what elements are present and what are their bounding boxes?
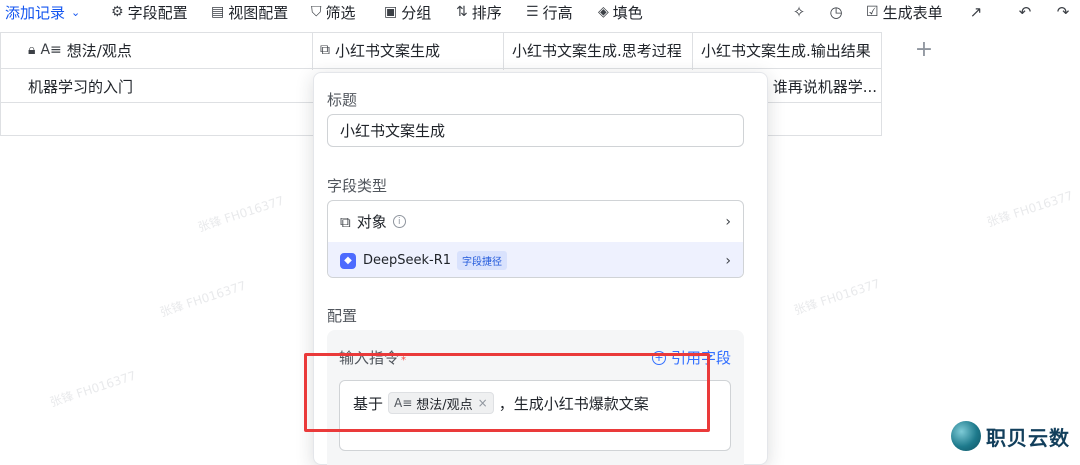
grid-line (692, 32, 693, 70)
filter-icon: ⛉ (311, 4, 322, 20)
column-header-label: 想法/观点 (66, 41, 132, 60)
generate-form-button[interactable]: ☑ 生成表单 (866, 0, 943, 24)
field-type-label: 字段类型 (327, 177, 388, 195)
fill-label: 填色 (612, 3, 643, 22)
redo-icon[interactable]: ↷ (1052, 0, 1074, 24)
sort-icon: ⇅ (456, 4, 468, 20)
title-label: 标题 (327, 91, 358, 109)
field-config-button[interactable]: ⚙ 字段配置 (111, 0, 188, 24)
object-field-icon: ⧉ (340, 212, 351, 231)
share-icon[interactable]: ↗ (965, 0, 987, 24)
title-input[interactable]: 小红书文案生成 (327, 114, 744, 147)
column-header-label: 小红书文案生成.输出结果 (701, 41, 871, 60)
group-button[interactable]: ▣ 分组 (384, 0, 431, 24)
sparkle-icon[interactable]: ✧ (788, 0, 810, 24)
grid-line (0, 32, 1, 136)
undo-icon[interactable]: ↶ (1014, 0, 1036, 24)
group-label: 分组 (401, 3, 432, 22)
form-icon: ☑ (866, 4, 879, 20)
brand-name: 职贝云数 (986, 425, 1070, 450)
brand-logo: 职贝云数 (951, 421, 1070, 451)
view-icon: ▤ (211, 4, 225, 20)
history-icon[interactable]: ◷ (825, 0, 847, 24)
table-cell[interactable]: 机器学习的入门 (28, 69, 308, 103)
title-input-value: 小红书文案生成 (340, 122, 446, 140)
column-header-output[interactable]: 小红书文案生成.输出结果 (701, 32, 879, 68)
field-type-model-option[interactable]: ◆ DeepSeek-R1 字段捷径 › (328, 242, 743, 277)
gear-icon: ⚙ (111, 4, 124, 20)
column-header-xhs-gen[interactable]: ⧉ 小红书文案生成 (320, 32, 500, 68)
fill-icon: ◈ (598, 4, 609, 20)
add-column-button[interactable]: + (912, 38, 936, 62)
fill-button[interactable]: ◈ 填色 (598, 0, 643, 24)
view-config-button[interactable]: ▤ 视图配置 (211, 0, 288, 24)
grid-line (312, 32, 313, 70)
watermark: 张锋 FH016377 (985, 188, 1075, 230)
sort-label: 排序 (471, 3, 502, 22)
lock-icon: 🔒︎ (28, 42, 36, 58)
watermark: 张锋 FH016377 (158, 278, 248, 320)
info-icon[interactable]: i (392, 215, 406, 228)
object-field-icon: ⧉ (320, 42, 330, 58)
config-label: 配置 (327, 307, 358, 325)
field-type-object-label: 对象 (356, 213, 387, 231)
chevron-right-icon: › (725, 213, 731, 230)
row-height-button[interactable]: ☰ 行高 (526, 0, 573, 24)
field-type-model-label: DeepSeek-R1 (363, 253, 452, 268)
highlight-box (304, 353, 710, 432)
grid-line (503, 32, 504, 70)
brand-logo-icon (951, 421, 981, 451)
watermark: 张锋 FH016377 (48, 368, 138, 410)
view-config-label: 视图配置 (228, 3, 289, 22)
deepseek-logo-icon: ◆ (340, 252, 356, 269)
field-config-label: 字段配置 (127, 3, 188, 22)
toolbar: 添加记录 ⌄ ⚙ 字段配置 ▤ 视图配置 ⛉ 筛选 ▣ 分组 ⇅ 排序 ☰ 行高… (0, 0, 1080, 24)
column-header-label: 小红书文案生成 (335, 41, 441, 60)
cell-text: 机器学习的入门 (28, 77, 134, 96)
filter-label: 筛选 (325, 3, 356, 22)
generate-form-label: 生成表单 (882, 3, 943, 22)
row-height-icon: ☰ (526, 4, 539, 20)
column-header-thinking[interactable]: 小红书文案生成.思考过程 (512, 32, 690, 68)
column-header-label: 小红书文案生成.思考过程 (512, 41, 682, 60)
column-header-idea[interactable]: 🔒︎ A≡ 想法/观点 (28, 32, 308, 68)
filter-button[interactable]: ⛉ 筛选 (311, 0, 356, 24)
field-shortcut-badge: 字段捷径 (457, 251, 508, 270)
field-type-object-option[interactable]: ⧉ 对象 i › (328, 201, 743, 242)
add-record-button[interactable]: 添加记录 ⌄ (5, 0, 80, 24)
add-record-label: 添加记录 (5, 3, 66, 22)
grid-line (881, 32, 882, 136)
sort-button[interactable]: ⇅ 排序 (456, 0, 502, 24)
watermark: 张锋 FH016377 (196, 193, 286, 235)
watermark: 张锋 FH016377 (792, 276, 882, 318)
row-height-label: 行高 (542, 3, 573, 22)
group-icon: ▣ (384, 4, 398, 20)
chevron-right-icon: › (725, 252, 731, 269)
cell-text: 谁再说机器学... (772, 77, 877, 96)
chevron-down-icon: ⌄ (71, 5, 81, 19)
field-type-selector: ⧉ 对象 i › ◆ DeepSeek-R1 字段捷径 › (327, 200, 744, 278)
text-field-icon: A≡ (40, 42, 62, 58)
